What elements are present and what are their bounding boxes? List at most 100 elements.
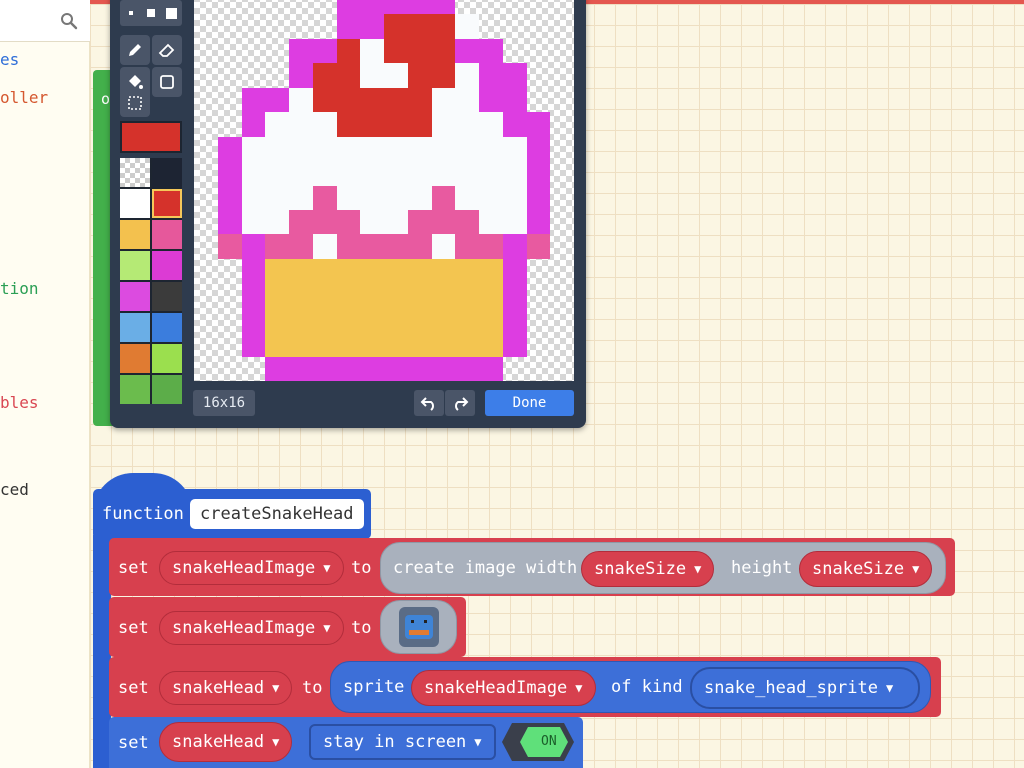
pixel[interactable] bbox=[265, 209, 289, 235]
pixel[interactable] bbox=[527, 357, 551, 381]
pixel[interactable] bbox=[265, 185, 289, 210]
sprite-create-block[interactable]: sprite snakeHeadImage ▼ of kind snake_hea… bbox=[330, 661, 931, 713]
pixel[interactable] bbox=[312, 258, 337, 284]
pixel[interactable] bbox=[527, 283, 551, 307]
pixel[interactable] bbox=[265, 283, 289, 308]
pixel[interactable] bbox=[217, 161, 242, 186]
pixel[interactable] bbox=[479, 0, 503, 14]
pixel[interactable] bbox=[242, 63, 266, 87]
pixel[interactable] bbox=[455, 38, 479, 64]
pixel[interactable] bbox=[455, 112, 479, 137]
pixel[interactable] bbox=[265, 136, 289, 162]
pixel[interactable] bbox=[289, 63, 313, 88]
brush-size-medium-icon[interactable] bbox=[146, 9, 155, 17]
pixel[interactable] bbox=[502, 258, 527, 284]
pixel[interactable] bbox=[550, 63, 574, 87]
pixel[interactable] bbox=[312, 283, 337, 308]
pixel[interactable] bbox=[360, 356, 384, 381]
rectangle-tool[interactable] bbox=[152, 67, 182, 97]
snake-head-image-icon[interactable] bbox=[398, 607, 439, 647]
palette-swatch[interactable] bbox=[120, 282, 150, 311]
pixel[interactable] bbox=[502, 185, 527, 210]
pixel[interactable] bbox=[289, 0, 313, 14]
done-button[interactable]: Done bbox=[485, 390, 574, 416]
pixel[interactable] bbox=[336, 185, 361, 210]
marquee-tool[interactable] bbox=[120, 89, 150, 117]
pixel[interactable] bbox=[502, 63, 527, 88]
pixel[interactable] bbox=[289, 87, 313, 113]
palette-swatch[interactable] bbox=[120, 375, 150, 404]
pixel[interactable] bbox=[241, 136, 266, 162]
pixel-canvas[interactable] bbox=[194, 0, 574, 381]
pixel[interactable] bbox=[455, 332, 479, 357]
pixel[interactable] bbox=[550, 357, 574, 381]
pixel[interactable] bbox=[265, 39, 289, 63]
pixel[interactable] bbox=[384, 63, 408, 88]
pixel[interactable] bbox=[479, 234, 503, 259]
pixel[interactable] bbox=[289, 136, 313, 162]
pixel[interactable] bbox=[384, 332, 408, 357]
pixel[interactable] bbox=[455, 0, 479, 14]
pixel[interactable] bbox=[218, 39, 242, 63]
pixel[interactable] bbox=[550, 210, 574, 234]
pixel[interactable] bbox=[218, 63, 242, 87]
kind-dropdown[interactable]: snake_head_sprite ▼ bbox=[690, 667, 920, 709]
pixel[interactable] bbox=[502, 209, 527, 235]
pixel[interactable] bbox=[479, 63, 503, 88]
width-variable[interactable]: snakeSize ▼ bbox=[581, 551, 715, 587]
redo-button[interactable] bbox=[445, 390, 475, 416]
pencil-tool[interactable] bbox=[120, 35, 150, 65]
pixel[interactable] bbox=[336, 307, 361, 333]
pixel[interactable] bbox=[241, 185, 266, 210]
pixel[interactable] bbox=[455, 185, 479, 210]
height-variable[interactable]: snakeSize ▼ bbox=[799, 551, 933, 587]
pixel[interactable] bbox=[407, 307, 432, 333]
pixel[interactable] bbox=[527, 332, 551, 356]
category-functions[interactable]: tion bbox=[0, 279, 39, 298]
pixel[interactable] bbox=[455, 258, 479, 284]
palette-swatch[interactable] bbox=[120, 220, 150, 249]
pixel[interactable] bbox=[479, 112, 503, 137]
pixel[interactable] bbox=[289, 14, 313, 38]
function-header[interactable]: function createSnakeHead bbox=[93, 489, 371, 539]
pixel[interactable] bbox=[550, 186, 574, 210]
pixel[interactable] bbox=[384, 136, 408, 162]
pixel[interactable] bbox=[313, 14, 337, 38]
pixel[interactable] bbox=[550, 39, 574, 63]
pixel[interactable] bbox=[265, 356, 289, 381]
pixel[interactable] bbox=[384, 87, 408, 113]
palette-swatch[interactable] bbox=[120, 189, 150, 218]
pixel[interactable] bbox=[241, 258, 266, 284]
pixel[interactable] bbox=[360, 283, 384, 308]
pixel[interactable] bbox=[431, 209, 456, 235]
pixel[interactable] bbox=[455, 161, 479, 186]
pixel[interactable] bbox=[194, 283, 218, 307]
pixel[interactable] bbox=[407, 136, 432, 162]
pixel[interactable] bbox=[218, 14, 242, 38]
pixel[interactable] bbox=[241, 234, 266, 259]
pixel[interactable] bbox=[289, 185, 313, 210]
pixel[interactable] bbox=[289, 209, 313, 235]
pixel[interactable] bbox=[217, 209, 242, 235]
pixel[interactable] bbox=[265, 14, 289, 38]
variable-dropdown[interactable]: snakeHeadImage ▼ bbox=[159, 611, 344, 645]
pixel[interactable] bbox=[336, 38, 361, 64]
pixel[interactable] bbox=[384, 112, 408, 137]
pixel[interactable] bbox=[360, 14, 384, 39]
pixel[interactable] bbox=[360, 112, 384, 137]
category-advanced[interactable]: ced bbox=[0, 480, 29, 499]
pixel[interactable] bbox=[360, 87, 384, 113]
pixel[interactable] bbox=[502, 112, 527, 137]
image-size-label[interactable]: 16x16 bbox=[193, 390, 255, 416]
pixel[interactable] bbox=[527, 39, 551, 63]
pixel[interactable] bbox=[242, 39, 266, 63]
pixel[interactable] bbox=[194, 234, 218, 258]
pixel[interactable] bbox=[479, 209, 503, 235]
pixel[interactable] bbox=[265, 87, 289, 113]
pixel[interactable] bbox=[194, 357, 218, 381]
pixel[interactable] bbox=[265, 63, 289, 87]
pixel[interactable] bbox=[289, 332, 313, 357]
pixel[interactable] bbox=[431, 63, 456, 88]
pixel[interactable] bbox=[407, 234, 432, 259]
pixel[interactable] bbox=[431, 14, 456, 39]
